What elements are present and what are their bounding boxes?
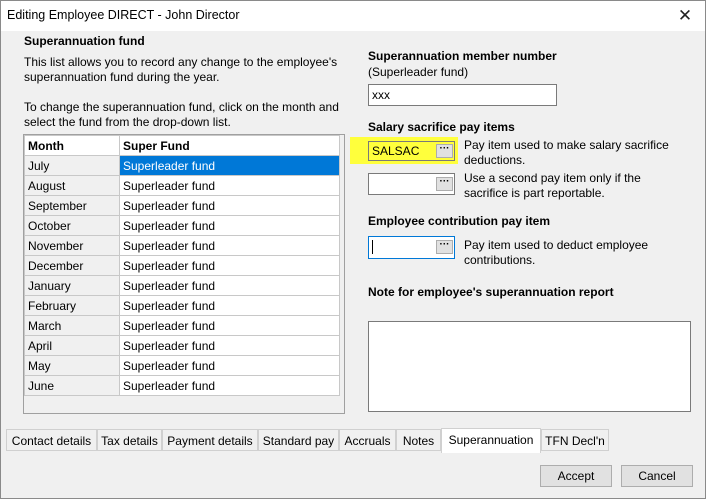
second-pay-item-desc-line1: Use a second pay item only if the — [464, 171, 641, 185]
member-number-heading: Superannuation member number — [368, 49, 557, 63]
instruction-text-line1: To change the superannuation fund, click… — [24, 100, 339, 114]
month-cell[interactable]: April — [24, 335, 120, 356]
second-pay-item-desc-line2: sacrifice is part reportable. — [464, 186, 605, 200]
month-cell[interactable]: July — [24, 155, 120, 176]
tab-contact-details[interactable]: Contact details — [6, 429, 97, 451]
note-textarea[interactable] — [368, 321, 691, 412]
member-number-subheading: (Superleader fund) — [368, 65, 469, 79]
month-cell[interactable]: December — [24, 255, 120, 276]
fund-cell[interactable]: Superleader fund — [119, 355, 340, 376]
fund-cell[interactable]: Superleader fund — [119, 375, 340, 396]
table-row[interactable]: February Superleader fund — [24, 295, 340, 316]
note-heading: Note for employee's superannuation repor… — [368, 285, 614, 299]
table-row[interactable]: October Superleader fund — [24, 215, 340, 236]
tab-superannuation[interactable]: Superannuation — [441, 428, 541, 453]
fund-cell[interactable]: Superleader fund — [119, 255, 340, 276]
member-number-input[interactable]: xxx — [368, 84, 557, 106]
accept-button[interactable]: Accept — [540, 465, 612, 487]
salary-sacrifice-desc-line2: deductions. — [464, 153, 526, 167]
tab-notes[interactable]: Notes — [396, 429, 441, 451]
month-cell[interactable]: October — [24, 215, 120, 236]
fund-cell[interactable]: Superleader fund — [119, 155, 340, 176]
grid-header-row: Month Super Fund — [24, 135, 340, 156]
fund-cell[interactable]: Superleader fund — [119, 295, 340, 316]
fund-cell[interactable]: Superleader fund — [119, 275, 340, 296]
employee-contribution-lookup-button[interactable]: ··· — [436, 240, 453, 254]
table-row[interactable]: June Superleader fund — [24, 375, 340, 396]
fund-cell[interactable]: Superleader fund — [119, 195, 340, 216]
tab-accruals[interactable]: Accruals — [339, 429, 396, 451]
month-cell[interactable]: February — [24, 295, 120, 316]
table-row[interactable]: September Superleader fund — [24, 195, 340, 216]
tab-payment-details[interactable]: Payment details — [162, 429, 258, 451]
month-cell[interactable]: August — [24, 175, 120, 196]
month-cell[interactable]: June — [24, 375, 120, 396]
window-title: Editing Employee DIRECT - John Director — [7, 8, 240, 22]
employee-contribution-desc-line2: contributions. — [464, 253, 536, 267]
tab-tfn-declaration[interactable]: TFN Decl'n — [541, 429, 609, 451]
column-header-super-fund[interactable]: Super Fund — [119, 135, 340, 156]
table-row[interactable]: July Superleader fund — [24, 155, 340, 176]
text-caret — [372, 240, 373, 254]
close-icon[interactable]: ✕ — [665, 1, 705, 31]
table-row[interactable]: August Superleader fund — [24, 175, 340, 196]
employee-contribution-heading: Employee contribution pay item — [368, 214, 551, 228]
superannuation-panel: Superannuation fund This list allows you… — [6, 31, 700, 426]
table-row[interactable]: March Superleader fund — [24, 315, 340, 336]
table-row[interactable]: December Superleader fund — [24, 255, 340, 276]
salary-sacrifice-desc-line1: Pay item used to make salary sacrifice — [464, 138, 669, 152]
tab-tax-details[interactable]: Tax details — [97, 429, 162, 451]
super-fund-heading: Superannuation fund — [24, 34, 145, 48]
instruction-text-line2: select the fund from the drop-down list. — [24, 115, 231, 129]
employee-edit-window: Editing Employee DIRECT - John Director … — [0, 0, 706, 499]
fund-cell[interactable]: Superleader fund — [119, 215, 340, 236]
month-cell[interactable]: January — [24, 275, 120, 296]
employee-contribution-desc-line1: Pay item used to deduct employee — [464, 238, 649, 252]
fund-cell[interactable]: Superleader fund — [119, 315, 340, 336]
table-row[interactable]: April Superleader fund — [24, 335, 340, 356]
title-bar: Editing Employee DIRECT - John Director … — [1, 1, 705, 31]
intro-text-line2: superannuation fund during the year. — [24, 70, 220, 84]
month-cell[interactable]: November — [24, 235, 120, 256]
month-cell[interactable]: May — [24, 355, 120, 376]
table-row[interactable]: January Superleader fund — [24, 275, 340, 296]
table-row[interactable]: May Superleader fund — [24, 355, 340, 376]
salary-sacrifice-lookup-button[interactable]: ··· — [436, 144, 453, 158]
second-pay-item-lookup-button[interactable]: ··· — [436, 177, 453, 191]
intro-text-line1: This list allows you to record any chang… — [24, 55, 338, 69]
month-cell[interactable]: September — [24, 195, 120, 216]
table-row[interactable]: November Superleader fund — [24, 235, 340, 256]
month-cell[interactable]: March — [24, 315, 120, 336]
fund-cell[interactable]: Superleader fund — [119, 335, 340, 356]
fund-cell[interactable]: Superleader fund — [119, 235, 340, 256]
tab-standard-pay[interactable]: Standard pay — [258, 429, 339, 451]
cancel-button[interactable]: Cancel — [621, 465, 693, 487]
super-fund-grid[interactable]: Month Super Fund July Superleader fund Au… — [23, 134, 345, 414]
salary-sacrifice-heading: Salary sacrifice pay items — [368, 120, 515, 134]
fund-cell[interactable]: Superleader fund — [119, 175, 340, 196]
column-header-month[interactable]: Month — [24, 135, 120, 156]
